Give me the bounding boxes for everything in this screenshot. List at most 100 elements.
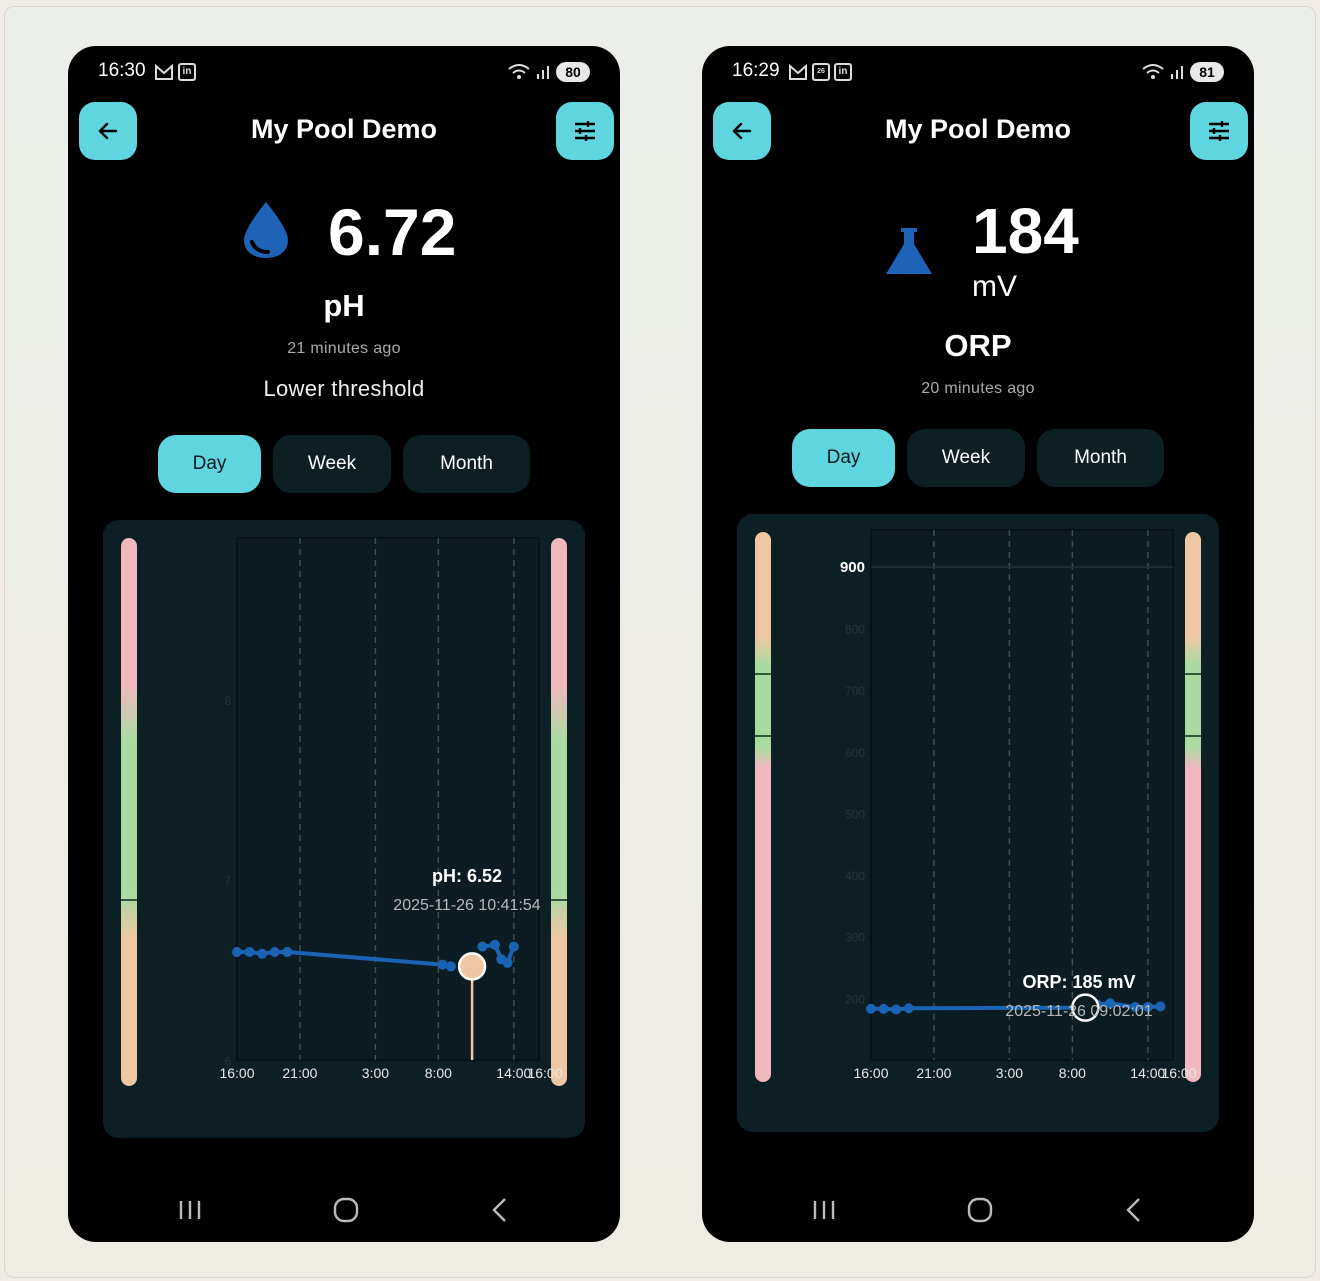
chevron-left-icon bbox=[1126, 1198, 1140, 1222]
gmail-icon bbox=[155, 63, 173, 80]
threshold-band-right bbox=[1185, 532, 1201, 1082]
wifi-icon bbox=[508, 64, 530, 79]
tab-month[interactable]: Month bbox=[403, 435, 530, 493]
metric-name: ORP bbox=[944, 328, 1012, 363]
page-title: My Pool Demo bbox=[250, 114, 438, 144]
threshold-status: Lower threshold bbox=[263, 376, 425, 401]
tab-week[interactable]: Week bbox=[907, 429, 1025, 487]
chart-panel: 678 16:00 21:00 3:00 8:00 14:00 16:00 pH: 6.5… bbox=[103, 520, 585, 1138]
metric-value: 6.72 bbox=[328, 195, 457, 269]
data-point bbox=[878, 1003, 889, 1014]
plot-area bbox=[236, 537, 540, 1061]
data-point bbox=[891, 1004, 902, 1015]
tab-week[interactable]: Week bbox=[273, 435, 391, 493]
data-point bbox=[903, 1003, 914, 1014]
x-tick-label: 16:00 bbox=[527, 1065, 562, 1081]
data-point bbox=[477, 941, 488, 952]
x-tick-label: 3:00 bbox=[362, 1065, 389, 1081]
tooltip-value: pH: 6.52 bbox=[432, 866, 502, 886]
chevron-left-icon bbox=[492, 1198, 506, 1222]
x-tick-label: 8:00 bbox=[1059, 1065, 1086, 1081]
y-tick-label: 7 bbox=[224, 874, 231, 888]
data-point bbox=[257, 948, 268, 959]
settings-button[interactable] bbox=[556, 102, 614, 160]
metric-name: pH bbox=[323, 288, 365, 323]
x-tick-label: 16:00 bbox=[1161, 1065, 1196, 1081]
chart-panel: 900 800 700 600 500 400 300 200 16:00 21:00 3:00 8… bbox=[737, 514, 1219, 1132]
threshold-band-left bbox=[755, 532, 771, 1082]
calendar-icon: 26 bbox=[812, 63, 830, 81]
threshold-band-right bbox=[551, 538, 567, 1086]
ph-chart[interactable]: 678 16:00 21:00 3:00 8:00 14:0016:00 pH: 6.5… bbox=[103, 520, 585, 1138]
battery-indicator: 80 bbox=[556, 62, 590, 82]
data-point bbox=[282, 947, 293, 957]
last-updated: 21 minutes ago bbox=[287, 340, 401, 357]
y-tick-label: 400 bbox=[845, 869, 865, 883]
data-point bbox=[1155, 1001, 1166, 1012]
y-tick-label: 800 bbox=[845, 623, 865, 637]
data-point bbox=[489, 939, 500, 950]
home-icon bbox=[333, 1197, 359, 1223]
y-tick-label: 200 bbox=[845, 992, 865, 1006]
signal-icon bbox=[1171, 66, 1183, 79]
metric-value: 184 bbox=[972, 195, 1079, 267]
data-point bbox=[508, 941, 519, 952]
wifi-icon bbox=[1142, 64, 1164, 79]
data-point bbox=[502, 957, 513, 968]
tab-day[interactable]: Day bbox=[158, 435, 261, 493]
x-tick-label: 8:00 bbox=[425, 1065, 452, 1081]
range-tabs: Day Week Month bbox=[792, 429, 1164, 487]
signal-icon bbox=[537, 66, 549, 79]
x-tick-label: 3:00 bbox=[996, 1065, 1023, 1081]
gmail-icon bbox=[789, 63, 807, 80]
recent-apps-button[interactable] bbox=[808, 1194, 840, 1226]
status-bar: 16:30 in 80 bbox=[68, 60, 620, 86]
data-point bbox=[232, 947, 242, 957]
tab-day[interactable]: Day bbox=[792, 429, 895, 487]
y-tick-label: 700 bbox=[845, 684, 865, 698]
battery-indicator: 81 bbox=[1190, 62, 1224, 82]
data-point bbox=[866, 1003, 876, 1014]
y-tick-label: 8 bbox=[224, 694, 231, 708]
recent-apps-button[interactable] bbox=[174, 1194, 206, 1226]
data-point bbox=[437, 959, 448, 970]
home-button[interactable] bbox=[964, 1194, 996, 1226]
home-icon bbox=[967, 1197, 993, 1223]
linkedin-icon: in bbox=[834, 63, 852, 81]
y-tick-label: 900 bbox=[840, 559, 865, 576]
orp-chart[interactable]: 900 800 700 600 500 400 300 200 16:00 21:00 3:00 8… bbox=[737, 514, 1219, 1138]
x-tick-label: 16:00 bbox=[853, 1065, 888, 1081]
tab-month[interactable]: Month bbox=[1037, 429, 1164, 487]
metric-unit: mV bbox=[972, 270, 1017, 303]
highlighted-point bbox=[457, 952, 487, 981]
x-tick-label: 14:00 bbox=[496, 1065, 531, 1081]
recents-icon bbox=[179, 1201, 201, 1219]
threshold-band-left bbox=[121, 538, 137, 1086]
settings-button[interactable] bbox=[1190, 102, 1248, 160]
system-back-button[interactable] bbox=[1118, 1194, 1150, 1226]
y-tick-label: 600 bbox=[845, 746, 865, 760]
data-point bbox=[244, 947, 255, 957]
tooltip-timestamp: 2025-11-26 10:41:54 bbox=[393, 897, 540, 914]
y-tick-label: 300 bbox=[845, 931, 865, 945]
phone-orp-screen: 16:29 26 in 81 My Pool Demo 184 mV ORP 2… bbox=[702, 46, 1254, 1242]
page-title: My Pool Demo bbox=[884, 114, 1072, 144]
home-button[interactable] bbox=[330, 1194, 362, 1226]
phone-ph-screen: 16:30 in 80 My Pool Demo 6.72 pH 21 minu… bbox=[68, 46, 620, 1242]
tooltip-timestamp: 2025-11-26 09:02:01 bbox=[1005, 1003, 1152, 1020]
x-tick-label: 16:00 bbox=[219, 1065, 254, 1081]
android-nav-bar bbox=[702, 1188, 1254, 1228]
x-tick-label: 21:00 bbox=[282, 1065, 317, 1081]
data-point bbox=[445, 961, 456, 972]
status-time: 16:29 bbox=[732, 60, 780, 81]
water-drop-icon bbox=[244, 202, 288, 258]
x-tick-label: 21:00 bbox=[916, 1065, 951, 1081]
linkedin-icon: in bbox=[178, 63, 196, 81]
sliders-icon bbox=[1209, 121, 1229, 141]
flask-icon bbox=[886, 228, 932, 274]
system-back-button[interactable] bbox=[484, 1194, 516, 1226]
status-time: 16:30 bbox=[98, 60, 146, 81]
x-tick-label: 14:00 bbox=[1130, 1065, 1165, 1081]
recents-icon bbox=[813, 1201, 835, 1219]
sliders-icon bbox=[575, 121, 595, 141]
